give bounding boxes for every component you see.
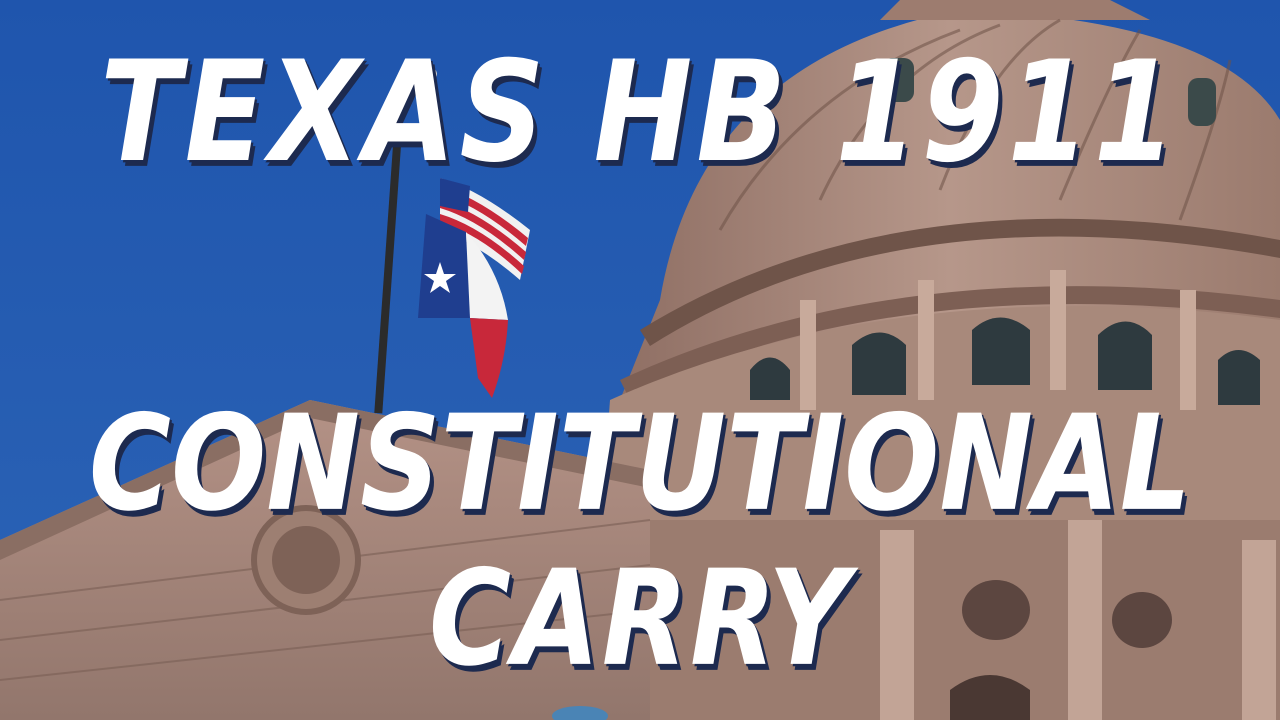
headline-subtitle-line-1: CONSTITUTIONAL bbox=[88, 387, 1192, 541]
headline-title: TEXAS HB 1911 bbox=[100, 30, 1180, 194]
headline-subtitle-line-2: CARRY bbox=[428, 542, 852, 696]
